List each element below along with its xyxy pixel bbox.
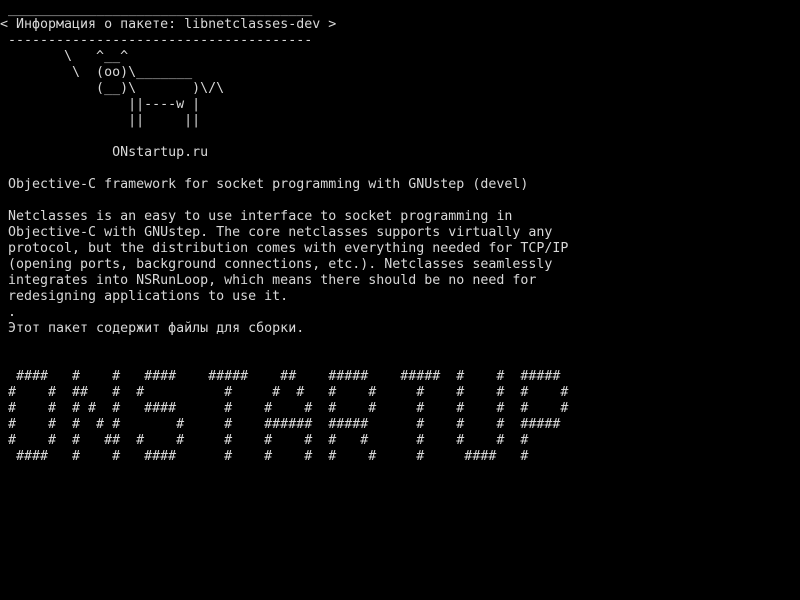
description-line: Netclasses is an easy to use interface t…	[8, 209, 513, 224]
terminal-screen: ______________________________________ <…	[0, 0, 800, 600]
banner-line: # # # ## # # # # # # # # # # #	[8, 433, 529, 448]
description-line: protocol, but the distribution comes wit…	[8, 241, 569, 256]
banner-line: #### # # #### ##### ## ##### ##### # # #…	[8, 369, 561, 384]
description-line: Objective-C with GNUstep. The core netcl…	[8, 225, 553, 240]
site-name: ONstartup.ru	[8, 145, 209, 160]
description-line: integrates into NSRunLoop, which means t…	[8, 273, 537, 288]
description-line: (opening ports, background connections, …	[8, 257, 553, 272]
package-summary: Objective-C framework for socket program…	[8, 177, 529, 192]
banner-line: #### # # #### # # # # # # #### #	[8, 449, 529, 464]
banner-line: # # # # # # # ###### ##### # # # #####	[8, 417, 561, 432]
description-line: redesigning applications to use it.	[8, 289, 289, 304]
bubble-top-border: ______________________________________	[0, 2, 313, 17]
bubble-bottom-border: --------------------------------------	[0, 33, 313, 48]
banner-line: # # ## # # # # # # # # # # # #	[8, 385, 569, 400]
cow-art-line: || ||	[8, 113, 201, 128]
banner-line: # # # # # #### # # # # # # # # # #	[8, 401, 569, 416]
cow-art-line: ||----w |	[8, 97, 201, 112]
cow-art-line: (__)\ )\/\	[8, 81, 225, 96]
cow-art-line: \ (oo)\_______	[8, 65, 193, 80]
bubble-text: < Информация о пакете: libnetclasses-dev…	[0, 17, 337, 32]
description-line: .	[8, 305, 17, 320]
package-note: Этот пакет содержит файлы для сборки.	[8, 321, 305, 336]
cow-art-line: \ ^__^	[8, 49, 129, 64]
